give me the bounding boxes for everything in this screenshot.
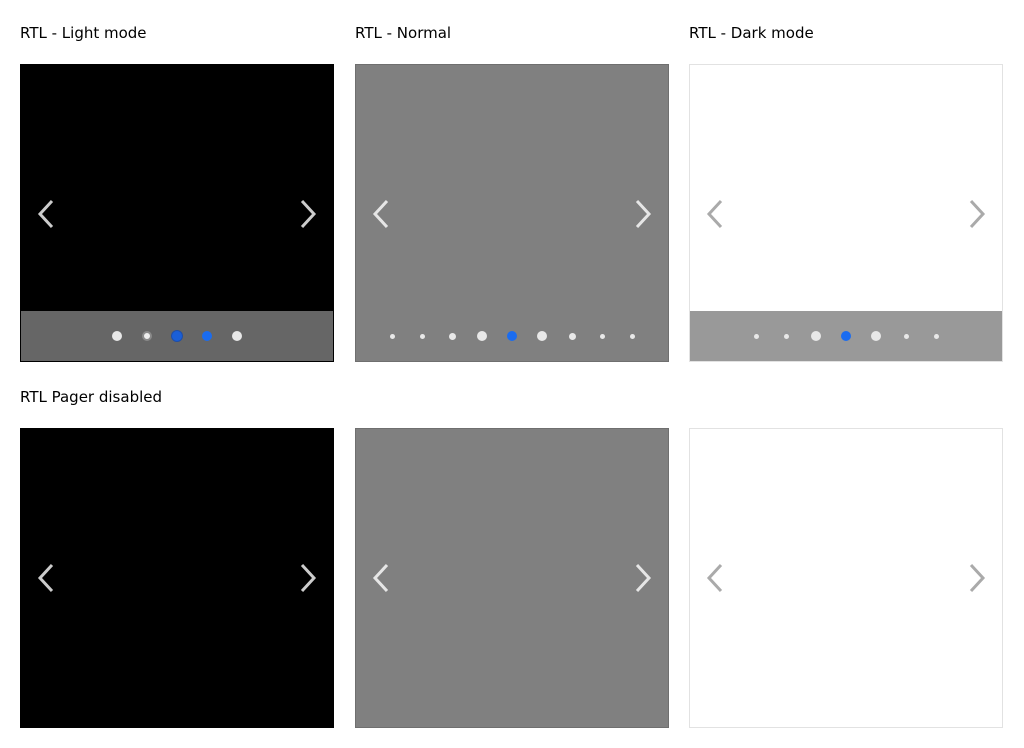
prev-arrow-button[interactable] (370, 199, 392, 229)
pager (21, 311, 333, 361)
pager-dot[interactable] (871, 331, 881, 341)
pager-dot[interactable] (753, 333, 759, 339)
pager-dot[interactable] (568, 332, 576, 340)
pager-dot[interactable] (448, 332, 456, 340)
chevron-right-icon (966, 199, 988, 229)
chevron-right-icon (297, 563, 319, 593)
chevron-left-icon (370, 563, 392, 593)
chevron-left-icon (35, 199, 57, 229)
chevron-left-icon (704, 563, 726, 593)
prev-arrow-button[interactable] (35, 199, 57, 229)
pager-dot[interactable] (629, 333, 635, 339)
slider-normal[interactable] (355, 64, 669, 362)
pager-dot-active[interactable] (172, 331, 182, 341)
next-arrow-button[interactable] (632, 563, 654, 593)
slider-light-pager-disabled[interactable] (20, 428, 334, 728)
next-arrow-button[interactable] (297, 199, 319, 229)
pager-dot[interactable] (477, 331, 487, 341)
pager-dot[interactable] (232, 331, 242, 341)
pager-dot[interactable] (389, 333, 395, 339)
next-arrow-button[interactable] (297, 563, 319, 593)
chevron-right-icon (297, 199, 319, 229)
prev-arrow-button[interactable] (704, 563, 726, 593)
prev-arrow-button[interactable] (704, 199, 726, 229)
section-label-light-mode: RTL - Light mode (20, 24, 147, 42)
pager-dot[interactable] (419, 333, 425, 339)
prev-arrow-button[interactable] (35, 563, 57, 593)
pager-dot[interactable] (112, 331, 122, 341)
section-label-pager-disabled: RTL Pager disabled (20, 388, 163, 406)
chevron-left-icon (370, 199, 392, 229)
next-arrow-button[interactable] (966, 199, 988, 229)
next-arrow-button[interactable] (632, 199, 654, 229)
pager-dot-active[interactable] (507, 331, 517, 341)
slider-normal-pager-disabled[interactable] (355, 428, 669, 728)
pager-dot[interactable] (202, 331, 212, 341)
pager-dot[interactable] (933, 333, 939, 339)
chevron-left-icon (35, 563, 57, 593)
section-label-dark-mode: RTL - Dark mode (689, 24, 814, 42)
pager-dot[interactable] (537, 331, 547, 341)
slider-light-mode[interactable] (20, 64, 334, 362)
next-arrow-button[interactable] (966, 563, 988, 593)
pager (356, 311, 668, 361)
chevron-left-icon (704, 199, 726, 229)
pager-dot[interactable] (599, 333, 605, 339)
pager-dot[interactable] (783, 333, 789, 339)
prev-arrow-button[interactable] (370, 563, 392, 593)
slider-dark-pager-disabled[interactable] (689, 428, 1003, 728)
chevron-right-icon (966, 563, 988, 593)
pager-dot[interactable] (903, 333, 909, 339)
slider-dark-mode[interactable] (689, 64, 1003, 362)
pager-dot-active[interactable] (841, 331, 851, 341)
section-label-normal: RTL - Normal (355, 24, 452, 42)
chevron-right-icon (632, 563, 654, 593)
pager (690, 311, 1002, 361)
chevron-right-icon (632, 199, 654, 229)
pager-dot[interactable] (142, 331, 152, 341)
pager-dot[interactable] (811, 331, 821, 341)
